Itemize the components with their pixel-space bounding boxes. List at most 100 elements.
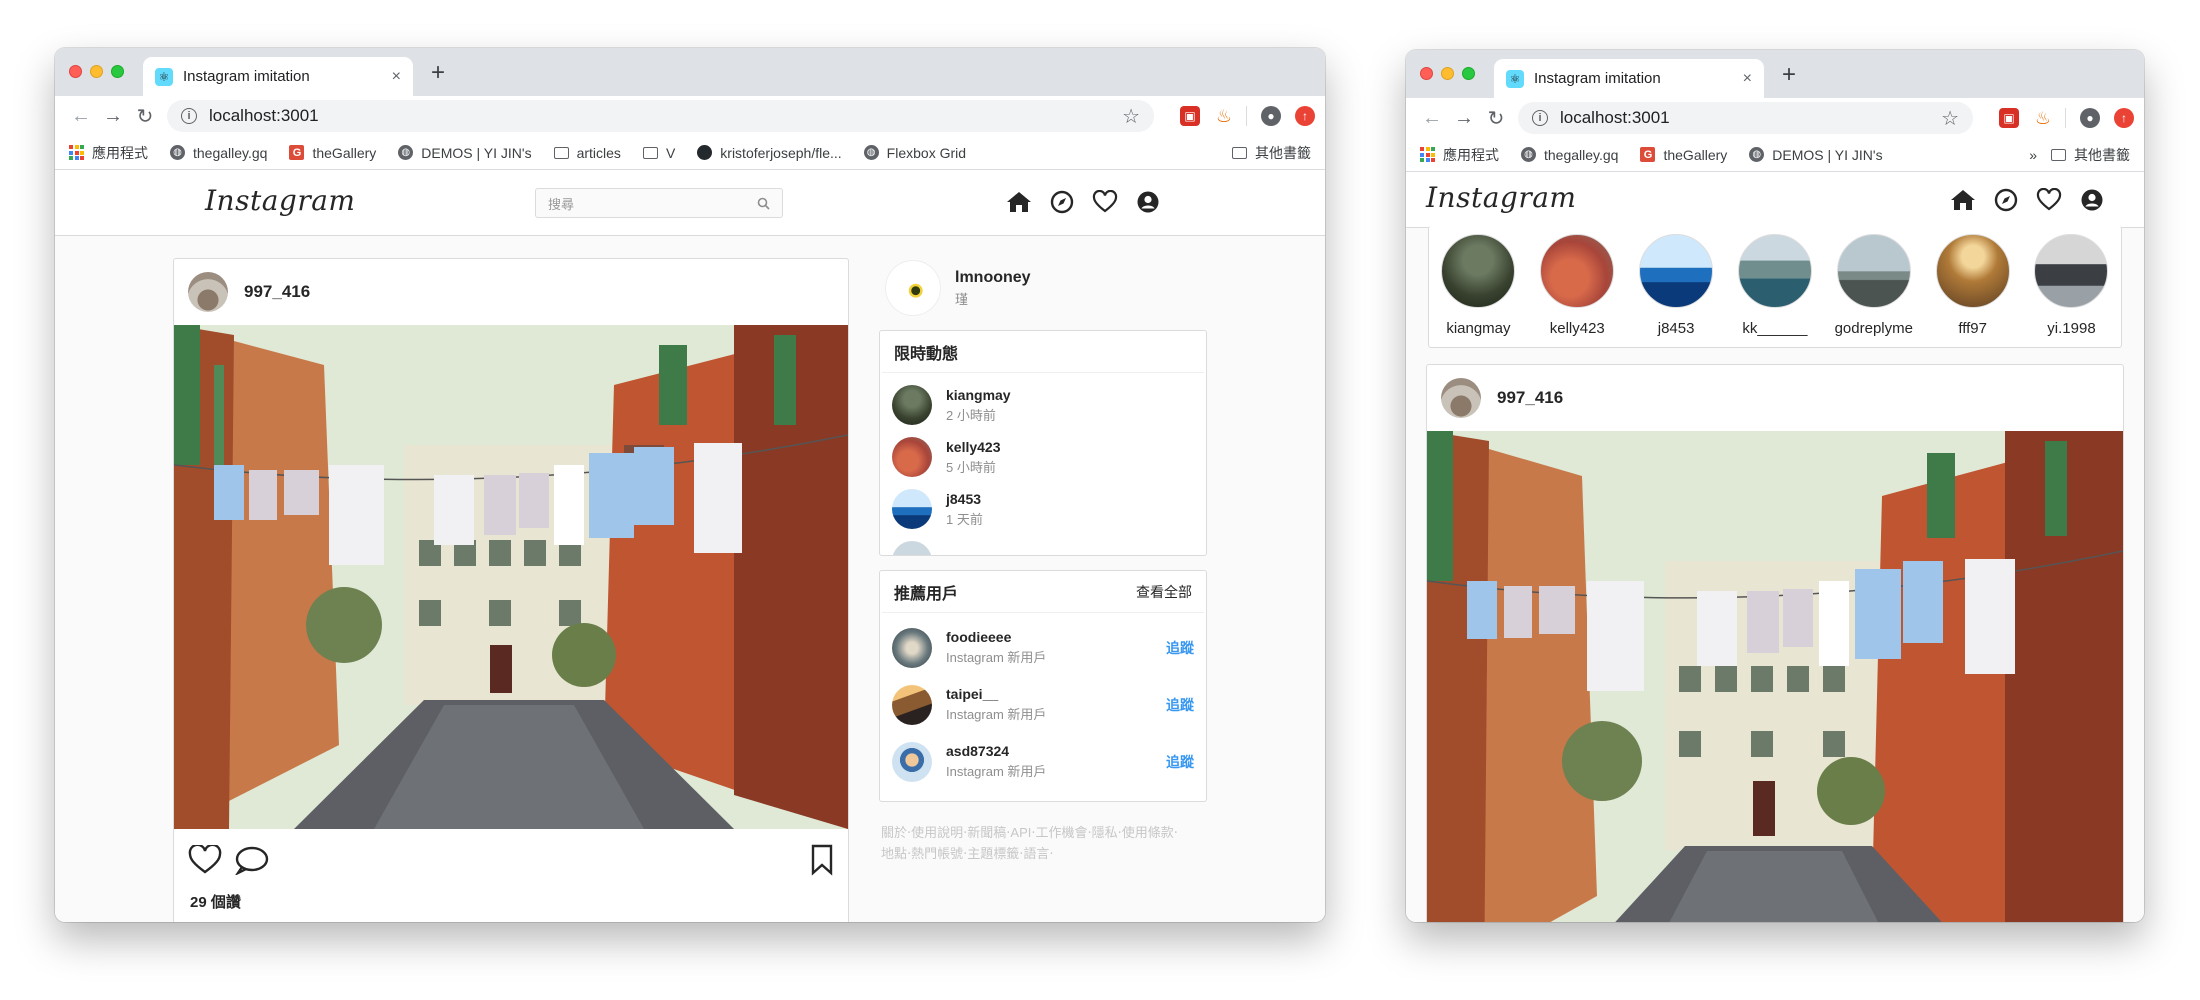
back-icon[interactable]: ←: [65, 105, 97, 128]
browser-tab[interactable]: ⚛ Instagram imitation ×: [143, 57, 413, 96]
fire-extension-icon[interactable]: ♨: [1214, 106, 1234, 126]
rec-username[interactable]: asd87324: [946, 743, 1046, 759]
story-item[interactable]: yi.1998: [2031, 234, 2111, 347]
current-user-profile[interactable]: lmnooney 瑾: [885, 260, 1031, 316]
avatar[interactable]: [892, 684, 932, 725]
bookmark-star-icon[interactable]: ☆: [1122, 104, 1140, 129]
post-username[interactable]: 997_416: [1497, 388, 1563, 408]
rec-username[interactable]: taipei__: [946, 686, 1046, 702]
bookmark-icon[interactable]: [810, 844, 834, 876]
profile-icon[interactable]: ●: [2080, 108, 2100, 128]
list-item[interactable]: kelly423 5 小時前: [880, 431, 1206, 483]
bookmark-thegalley[interactable]: ◍ thegalley.gq: [170, 145, 267, 161]
bookmark-kristoferjoseph[interactable]: kristoferjoseph/fle...: [697, 145, 842, 161]
url-text: localhost:3001: [1560, 108, 1670, 127]
reload-icon[interactable]: ↻: [129, 104, 161, 129]
rec-username[interactable]: foodieeee: [946, 629, 1046, 645]
bookmark-demos[interactable]: ◍ DEMOS | YI JIN's: [1749, 147, 1883, 163]
bookmark-apps[interactable]: 應用程式: [1420, 145, 1499, 165]
avatar[interactable]: [885, 260, 941, 316]
avatar[interactable]: [892, 627, 932, 668]
post-photo[interactable]: [174, 325, 848, 829]
story-username: kelly423: [946, 438, 1001, 455]
bookmark-flexbox-grid[interactable]: ◍ Flexbox Grid: [863, 145, 966, 161]
reload-icon[interactable]: ↻: [1480, 106, 1512, 131]
zoom-window-button[interactable]: [1462, 67, 1475, 80]
bookmark-other[interactable]: 其他書籤: [1232, 143, 1311, 163]
update-icon[interactable]: ↑: [1295, 106, 1315, 126]
home-icon[interactable]: [1006, 190, 1032, 214]
address-bar[interactable]: i localhost:3001 ☆: [1518, 102, 1973, 134]
heart-icon[interactable]: [1092, 190, 1118, 214]
follow-button[interactable]: 追蹤: [1166, 638, 1194, 658]
list-item[interactable]: j8453 1 天前: [880, 483, 1206, 535]
bookmark-thegallery[interactable]: G theGallery: [289, 145, 376, 161]
forward-icon[interactable]: →: [1448, 107, 1480, 130]
story-item[interactable]: kk______: [1735, 234, 1815, 347]
story-item[interactable]: godreplyme: [1834, 234, 1914, 347]
comment-icon[interactable]: [234, 845, 270, 875]
tab-close-icon[interactable]: ×: [392, 68, 401, 86]
explore-icon[interactable]: [1050, 190, 1074, 214]
close-window-button[interactable]: [1420, 67, 1433, 80]
bookmark-star-icon[interactable]: ☆: [1941, 106, 1959, 131]
instagram-logo[interactable]: Instagram: [1426, 181, 1576, 214]
extension-icon[interactable]: ▣: [1999, 108, 2019, 128]
bookmark-thegallery[interactable]: G theGallery: [1640, 147, 1727, 163]
new-tab-button[interactable]: +: [1782, 61, 1796, 89]
tab-close-icon[interactable]: ×: [1743, 70, 1752, 88]
address-bar[interactable]: i localhost:3001 ☆: [167, 100, 1154, 132]
bookmark-thegalley[interactable]: ◍ thegalley.gq: [1521, 147, 1618, 163]
avatar[interactable]: [892, 741, 932, 782]
profile-icon[interactable]: ●: [1261, 106, 1281, 126]
footer-links[interactable]: 關於‧使用說明‧新聞稿‧API‧工作機會‧隱私‧使用條款‧ 地點‧熱門帳號‧主題…: [881, 822, 1178, 864]
list-item[interactable]: kiangmay 2 小時前: [880, 379, 1206, 431]
avatar[interactable]: [188, 272, 228, 312]
bookmarks-overflow-button[interactable]: »: [2029, 147, 2037, 163]
follow-button[interactable]: 追蹤: [1166, 695, 1194, 715]
see-all-link[interactable]: 查看全部: [1136, 582, 1192, 602]
heart-icon[interactable]: [2036, 188, 2062, 212]
bookmark-v[interactable]: V: [642, 145, 675, 161]
instagram-logo[interactable]: Instagram: [205, 184, 355, 217]
story-item[interactable]: kiangmay: [1438, 234, 1518, 347]
bookmark-apps[interactable]: 應用程式: [69, 143, 148, 163]
close-window-button[interactable]: [69, 65, 82, 78]
avatar: [2034, 234, 2109, 308]
search-input[interactable]: 搜尋: [535, 188, 783, 218]
home-icon[interactable]: [1950, 188, 1976, 212]
post-photo[interactable]: [1427, 431, 2123, 922]
avatar[interactable]: [1441, 378, 1481, 418]
browser-tab[interactable]: ⚛ Instagram imitation ×: [1494, 59, 1764, 98]
like-heart-icon[interactable]: [188, 845, 222, 875]
story-item[interactable]: kelly423: [1537, 234, 1617, 347]
footer-line[interactable]: 地點‧熱門帳號‧主題標籤‧語言‧: [881, 843, 1178, 864]
minimize-window-button[interactable]: [90, 65, 103, 78]
follow-button[interactable]: 追蹤: [1166, 752, 1194, 772]
fire-extension-icon[interactable]: ♨: [2033, 108, 2053, 128]
story-time: 1 天前: [946, 511, 983, 527]
profile-icon[interactable]: [2080, 188, 2104, 212]
extension-icon[interactable]: ▣: [1180, 106, 1200, 126]
stories-list[interactable]: kiangmay 2 小時前 kelly423 5 小時前 j8453 1 天前 kk: [880, 373, 1206, 555]
back-icon[interactable]: ←: [1416, 107, 1448, 130]
bookmark-demos[interactable]: ◍ DEMOS | YI JIN's: [398, 145, 532, 161]
zoom-window-button[interactable]: [111, 65, 124, 78]
footer-line[interactable]: 關於‧使用說明‧新聞稿‧API‧工作機會‧隱私‧使用條款‧: [881, 822, 1178, 843]
tab-strip: ⚛ Instagram imitation × +: [1406, 50, 2144, 98]
story-item[interactable]: j8453: [1636, 234, 1716, 347]
profile-icon[interactable]: [1136, 190, 1160, 214]
bookmark-articles[interactable]: articles: [553, 145, 621, 161]
post-username[interactable]: 997_416: [244, 282, 310, 302]
forward-icon[interactable]: →: [97, 105, 129, 128]
story-item[interactable]: fff97: [1933, 234, 2013, 347]
new-tab-button[interactable]: +: [431, 59, 445, 87]
update-icon[interactable]: ↑: [2114, 108, 2134, 128]
browser-toolbar: ← → ↻ i localhost:3001 ☆ ▣ ♨ ● ↑: [1406, 98, 2144, 138]
info-icon[interactable]: i: [181, 108, 197, 124]
minimize-window-button[interactable]: [1441, 67, 1454, 80]
bookmark-other[interactable]: 其他書籤: [2051, 145, 2130, 165]
explore-icon[interactable]: [1994, 188, 2018, 212]
info-icon[interactable]: i: [1532, 110, 1548, 126]
list-item[interactable]: kk: [880, 535, 1206, 555]
